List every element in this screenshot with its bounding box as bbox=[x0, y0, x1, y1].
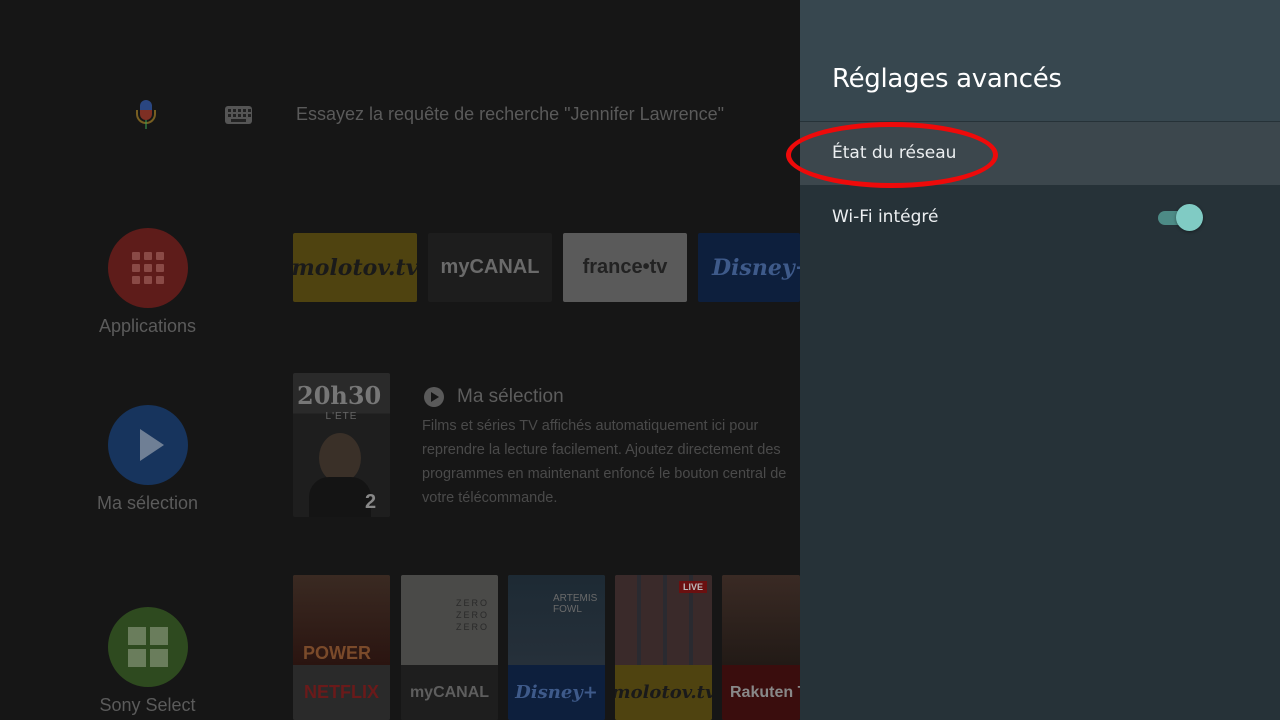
thumb-art-text: ARTEMIS FOWL bbox=[553, 593, 598, 615]
content-thumb-disney[interactable]: ARTEMIS FOWL Disney+ bbox=[508, 575, 605, 720]
sidebar-item-sony-select[interactable]: Sony Select bbox=[60, 607, 235, 716]
settings-header: Réglages avancés bbox=[800, 0, 1280, 121]
page-title: Réglages avancés bbox=[832, 64, 1062, 94]
highlight-ellipse bbox=[786, 122, 998, 188]
app-tile-disney-plus[interactable]: Disney+ bbox=[698, 233, 800, 302]
apps-grid-icon bbox=[107, 228, 188, 308]
search-hint[interactable]: Essayez la requête de recherche "Jennife… bbox=[296, 104, 724, 125]
home-screen: Essayez la requête de recherche "Jennife… bbox=[0, 0, 800, 720]
description-line: reprendre la lecture facilement. Ajoutez… bbox=[422, 442, 781, 458]
thumb-label: myCANAL bbox=[401, 665, 498, 720]
thumb-art-text: ZERO ZERO ZERO bbox=[456, 598, 490, 632]
settings-panel: Réglages avancés État du réseau Wi-Fi in… bbox=[800, 0, 1280, 720]
app-tile-molotov[interactable]: molotov.tv bbox=[293, 233, 417, 302]
program-poster[interactable]: 20h30 L'ETE 2 bbox=[293, 373, 390, 517]
channel-logo: 2 bbox=[365, 491, 377, 513]
play-icon bbox=[107, 405, 188, 485]
sidebar-item-label: Applications bbox=[98, 316, 197, 336]
keyboard-icon[interactable] bbox=[225, 106, 252, 124]
sidebar-item-ma-selection[interactable]: Ma sélection bbox=[60, 405, 235, 514]
menu-item-label: Wi-Fi intégré bbox=[832, 207, 939, 227]
description-line: programmes en maintenant enfoncé le bout… bbox=[422, 466, 787, 482]
thumb-label: Rakuten TV bbox=[722, 665, 800, 720]
live-badge: LIVE bbox=[679, 581, 708, 593]
menu-item-builtin-wifi[interactable]: Wi-Fi intégré bbox=[800, 186, 1280, 249]
selection-description: Films et séries TV affichés automatiquem… bbox=[422, 414, 800, 510]
description-line: Films et séries TV affichés automatiquem… bbox=[422, 418, 759, 434]
description-line: votre télécommande. bbox=[422, 490, 558, 506]
app-tile-mycanal[interactable]: myCANAL bbox=[428, 233, 552, 302]
play-circle-icon bbox=[424, 387, 444, 407]
sidebar-item-label: Ma sélection bbox=[96, 493, 199, 513]
poster-title: 20h30 bbox=[297, 381, 382, 410]
thumb-label: Disney+ bbox=[508, 665, 605, 720]
content-thumb-molotov[interactable]: LIVE molotov.tv bbox=[615, 575, 712, 720]
wifi-toggle[interactable] bbox=[1156, 204, 1203, 231]
content-thumb-mycanal[interactable]: ZERO ZERO ZERO myCANAL bbox=[401, 575, 498, 720]
thumb-label: NETFLIX bbox=[293, 665, 390, 720]
thumb-art-text: POWER bbox=[303, 643, 372, 663]
toggle-thumb bbox=[1176, 204, 1203, 231]
thumb-label: molotov.tv bbox=[615, 665, 712, 720]
selection-title: Ma sélection bbox=[457, 386, 564, 407]
sidebar-item-label: Sony Select bbox=[99, 695, 196, 715]
selection-header: Ma sélection bbox=[424, 386, 564, 408]
microphone-icon[interactable] bbox=[133, 100, 159, 130]
content-thumb-rakuten[interactable]: Rakuten TV bbox=[722, 575, 800, 720]
content-thumb-netflix[interactable]: POWER NETFLIX bbox=[293, 575, 390, 720]
poster-subtitle: L'ETE bbox=[325, 411, 358, 422]
sony-select-icon bbox=[107, 607, 188, 687]
sidebar-item-applications[interactable]: Applications bbox=[60, 228, 235, 337]
app-tile-france-tv[interactable]: france•tv bbox=[563, 233, 687, 302]
